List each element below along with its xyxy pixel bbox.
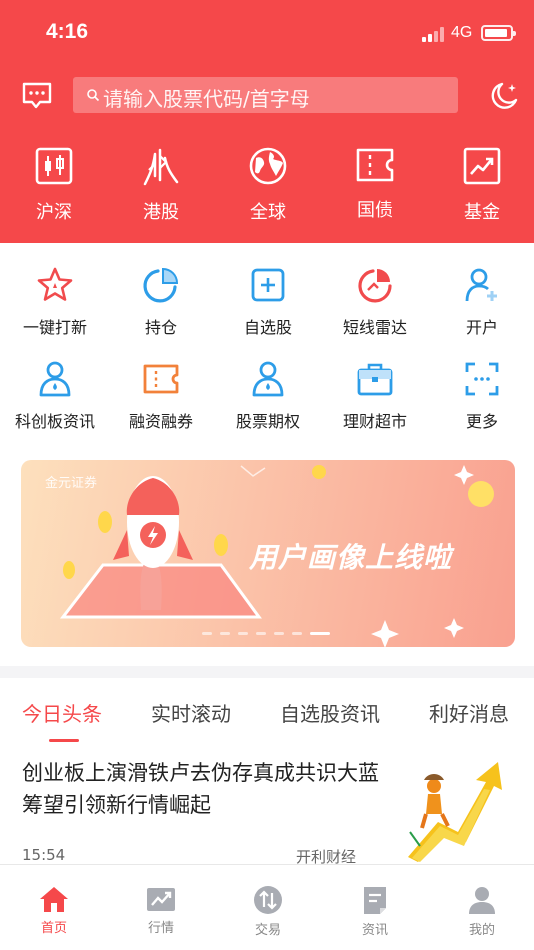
search-placeholder: 请输入股票代码/首字母 — [103, 87, 310, 111]
tabbar-label: 交易 — [254, 923, 281, 938]
tabbar-label: 资讯 — [361, 923, 388, 938]
add-user-icon — [465, 268, 497, 302]
nav-label: 沪深 — [36, 202, 72, 223]
star-icon — [37, 267, 73, 301]
news-time: 15:54 — [22, 846, 66, 864]
tabbar-label: 行情 — [147, 921, 174, 936]
grid-item-star-market-news[interactable]: 科创板资讯 — [0, 360, 110, 440]
briefcase-icon — [357, 363, 393, 396]
tab-indicator — [49, 739, 79, 742]
banner-brand: 金元证券 — [45, 476, 98, 491]
grid-label: 理财超市 — [342, 412, 407, 431]
tabbar-label: 我的 — [468, 923, 495, 938]
nav-label: 国债 — [357, 200, 393, 221]
grid-label: 更多 — [465, 412, 498, 431]
nav-funds[interactable]: 基金 — [442, 146, 522, 230]
tabbar-profile[interactable]: 我的 — [452, 885, 512, 938]
ticket-icon — [356, 148, 394, 182]
news-headline[interactable]: 创业板上演滑铁卢去伪存真成共识大蓝筹望引领新行情崛起 — [22, 757, 382, 821]
scan-icon — [465, 362, 499, 396]
nav-label: 港股 — [143, 202, 179, 223]
grid-item-open-account[interactable]: 开户 — [427, 266, 534, 346]
nav-label: 全球 — [250, 202, 286, 223]
bottom-tab-bar: 首页 行情 交易 资讯 我的 — [0, 864, 534, 950]
grid-item-margin-trading[interactable]: 融资融券 — [106, 360, 216, 440]
news-panel: 今日头条 实时滚动 自选股资讯 利好消息 创业板上演滑铁卢去伪存真成共识大蓝筹望… — [0, 678, 534, 866]
grid-item-short-term-radar[interactable]: 短线雷达 — [320, 266, 430, 346]
candlestick-icon — [35, 147, 73, 185]
grid-item-wealth-market[interactable]: 理财超市 — [320, 360, 430, 440]
news-icon — [364, 887, 386, 914]
radar-icon — [358, 269, 392, 303]
nav-hk-stocks[interactable]: 港股 — [121, 146, 201, 230]
add-square-icon — [251, 268, 285, 302]
user-option-icon — [252, 361, 284, 397]
header: 4:16 4G 请输入股票代码/首字母 沪深 港股 全球 国债 基金 — [0, 0, 534, 243]
grid-item-holdings[interactable]: 持仓 — [106, 266, 216, 346]
status-time: 4:16 — [46, 20, 89, 43]
grid-label: 持仓 — [144, 318, 177, 337]
banner-message: 用户画像上线啦 — [249, 541, 453, 574]
grid-item-stock-options[interactable]: 股票期权 — [213, 360, 323, 440]
grid-label: 开户 — [465, 318, 498, 337]
night-mode-icon[interactable] — [488, 80, 520, 112]
user-info-icon — [39, 361, 71, 397]
status-bar: 4:16 4G — [0, 0, 534, 66]
tabbar-home[interactable]: 首页 — [24, 885, 84, 936]
tabbar-market[interactable]: 行情 — [131, 885, 191, 936]
search-icon — [87, 89, 100, 102]
profile-icon — [469, 887, 495, 914]
tabbar-news[interactable]: 资讯 — [345, 885, 405, 938]
tab-good-news[interactable]: 利好消息 — [429, 698, 509, 727]
battery-icon — [481, 25, 516, 41]
nav-hushen[interactable]: 沪深 — [14, 146, 94, 230]
news-thumbnail[interactable] — [398, 762, 514, 862]
home-icon — [40, 887, 68, 912]
coupon-icon — [143, 364, 179, 394]
nav-bonds[interactable]: 国债 — [335, 146, 415, 230]
grid-item-more[interactable]: 更多 — [427, 360, 534, 440]
tab-headlines[interactable]: 今日头条 — [22, 698, 102, 727]
network-type: 4G — [451, 24, 473, 41]
grid-label: 科创板资讯 — [14, 412, 95, 431]
grid-label: 股票期权 — [235, 412, 300, 431]
grid-label: 融资融券 — [128, 412, 193, 431]
globe-icon — [249, 147, 287, 185]
pie-chart-icon — [143, 267, 179, 303]
grid-label: 一键打新 — [22, 318, 87, 337]
promo-banner[interactable]: 金元证券 用户画像上线啦 — [21, 460, 515, 647]
message-icon[interactable] — [21, 81, 53, 111]
trend-chart-icon — [463, 147, 501, 185]
signal-icon — [422, 26, 446, 42]
grid-item-watchlist[interactable]: 自选股 — [213, 266, 323, 346]
grid-item-ipo-subscribe[interactable]: 一键打新 — [0, 266, 110, 346]
nav-label: 基金 — [464, 202, 500, 223]
tab-realtime[interactable]: 实时滚动 — [151, 698, 231, 727]
tabbar-trade[interactable]: 交易 — [238, 885, 298, 938]
market-icon — [147, 888, 175, 911]
trade-icon — [254, 886, 282, 914]
tab-watchlist-news[interactable]: 自选股资讯 — [280, 698, 380, 727]
nav-global[interactable]: 全球 — [228, 146, 308, 230]
carousel-indicator — [202, 632, 338, 636]
hk-skyline-icon — [143, 148, 179, 186]
tabbar-label: 首页 — [40, 921, 67, 936]
grid-label: 短线雷达 — [342, 318, 407, 337]
search-input[interactable]: 请输入股票代码/首字母 — [73, 77, 458, 113]
grid-label: 自选股 — [243, 318, 292, 337]
